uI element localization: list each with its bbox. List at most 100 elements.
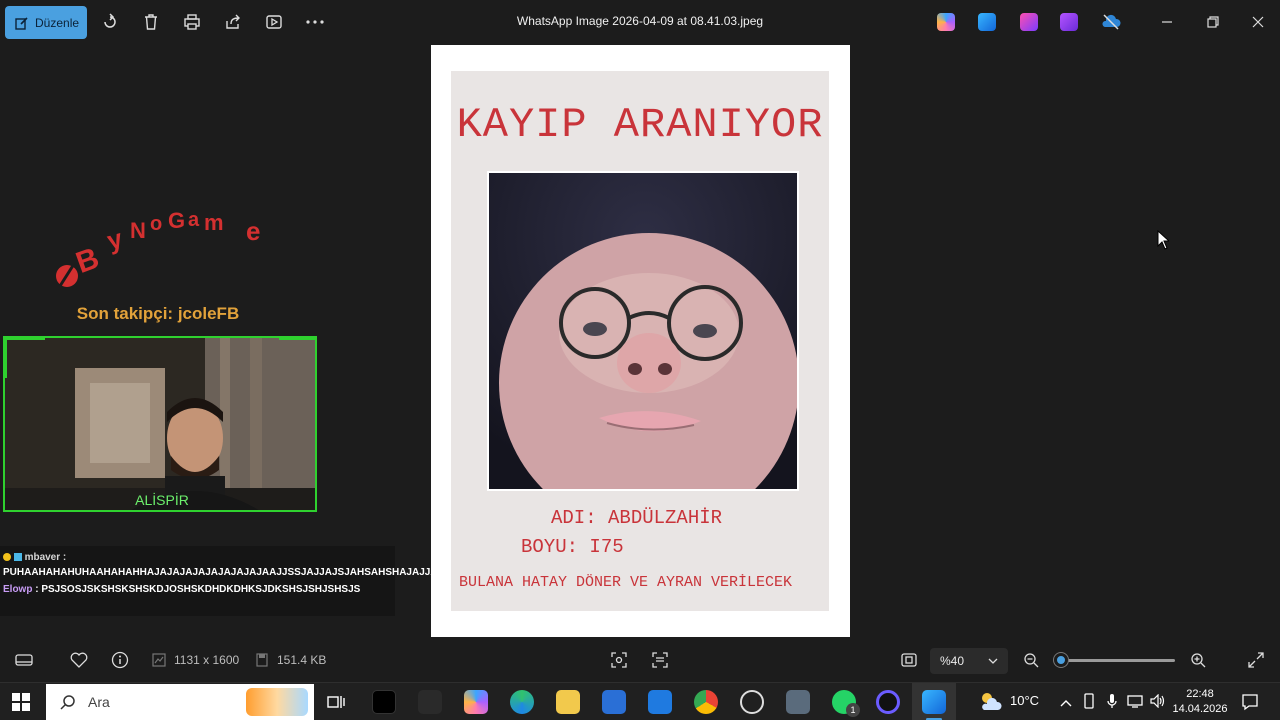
top-toolbar: Düzenle WhatsApp Image 2026-04-09 at 08.… xyxy=(0,0,1280,44)
calculator-icon[interactable] xyxy=(786,690,810,714)
status-bar: 1131 x 1600 151.4 KB %40 xyxy=(0,640,1280,680)
file-explorer-icon[interactable] xyxy=(556,690,580,714)
tiktok-icon[interactable] xyxy=(372,690,396,714)
clock-app-icon[interactable] xyxy=(740,690,764,714)
epic-games-icon[interactable] xyxy=(418,690,442,714)
poster-photo xyxy=(487,171,799,491)
windows-start-icon[interactable] xyxy=(12,693,30,716)
subscriber-badge-icon xyxy=(3,553,11,562)
edit-label: Düzenle xyxy=(35,15,80,30)
onedrive-offline-icon[interactable] xyxy=(1101,13,1121,31)
chevron-down-icon xyxy=(988,658,998,664)
delete-icon[interactable] xyxy=(141,12,161,32)
svg-text:m: m xyxy=(204,210,224,235)
clock-time: 22:48 xyxy=(1186,688,1214,700)
clipchamp-icon[interactable] xyxy=(1060,13,1078,31)
image-canvas[interactable]: KAYIP ARANIYOR ADI: ABDÜLZAHİR BOYU: I75… xyxy=(431,45,850,637)
poster-reward: BULANA HATAY DÖNER VE AYRAN VERİLECEK xyxy=(459,574,793,591)
ocr-text-icon[interactable] xyxy=(651,651,669,669)
chat-badge-icon xyxy=(13,553,22,562)
zoom-slider-thumb[interactable] xyxy=(1054,653,1068,667)
slideshow-icon[interactable] xyxy=(264,12,284,32)
chat-text: PUHAAHAHAHUHAAHAHAHHAJAJAJAJAJAJAJAJAJAA… xyxy=(3,567,473,578)
network-icon[interactable] xyxy=(1127,694,1143,711)
device-icon[interactable] xyxy=(1083,693,1095,712)
search-icon xyxy=(60,695,75,710)
missing-poster: KAYIP ARANIYOR ADI: ABDÜLZAHİR BOYU: I75… xyxy=(451,71,829,611)
notification-icon[interactable] xyxy=(1241,693,1259,716)
fullscreen-icon[interactable] xyxy=(1247,651,1265,669)
zoom-slider[interactable] xyxy=(1055,659,1175,662)
photos-active-tab[interactable] xyxy=(912,683,956,720)
print-icon[interactable] xyxy=(182,12,202,32)
poster-title: KAYIP ARANIYOR xyxy=(456,101,824,149)
webcam-frame: ALİSPİR xyxy=(3,336,317,512)
chat-separator: : xyxy=(32,584,39,595)
poster-height: BOYU: I75 xyxy=(521,536,624,558)
poster-name: ADI: ABDÜLZAHİR xyxy=(551,507,723,529)
info-icon[interactable] xyxy=(111,651,129,669)
weather-temp[interactable]: 10°C xyxy=(1010,693,1039,708)
rotate-icon[interactable] xyxy=(100,12,120,32)
taskbar: Ara 1 10°C 22:48 14.04.2026 xyxy=(0,682,1280,720)
zoom-dropdown[interactable]: %40 xyxy=(930,648,1008,674)
filesize-icon xyxy=(253,651,271,669)
taskbar-search[interactable]: Ara xyxy=(46,684,314,720)
crop-focus-icon[interactable] xyxy=(610,651,628,669)
copilot-taskbar-icon[interactable] xyxy=(464,690,488,714)
svg-text:N: N xyxy=(130,218,146,243)
designer-icon[interactable] xyxy=(978,13,996,31)
volume-icon[interactable] xyxy=(1150,693,1166,711)
zoom-out-icon[interactable] xyxy=(1022,651,1040,669)
minimize-button[interactable] xyxy=(1157,12,1177,32)
chat-username: Elowp xyxy=(3,584,33,595)
task-view-icon[interactable] xyxy=(327,693,345,716)
svg-text:a: a xyxy=(188,209,200,231)
search-placeholder: Ara xyxy=(88,694,110,710)
share-icon[interactable] xyxy=(223,12,243,32)
whatsapp-badge: 1 xyxy=(846,703,860,717)
store-icon[interactable] xyxy=(602,690,626,714)
search-highlight-icon xyxy=(246,688,308,716)
outlook-icon[interactable] xyxy=(648,690,672,714)
edit-icon xyxy=(15,16,28,30)
zoom-in-icon[interactable] xyxy=(1189,651,1207,669)
chrome-icon[interactable] xyxy=(694,690,718,714)
edge-icon[interactable] xyxy=(510,690,534,714)
mouse-cursor-icon xyxy=(1157,229,1171,255)
window-title: WhatsApp Image 2026-04-09 at 08.41.03.jp… xyxy=(516,14,764,28)
edit-button[interactable]: Düzenle xyxy=(5,6,87,39)
streamer-image xyxy=(5,338,315,510)
clock-date: 14.04.2026 xyxy=(1172,703,1228,715)
chevron-up-icon[interactable] xyxy=(1060,695,1072,710)
photos-app-window: Düzenle WhatsApp Image 2026-04-09 at 08.… xyxy=(0,0,1280,720)
svg-text:e: e xyxy=(246,216,260,246)
channel-logo: B y N o G a m e xyxy=(50,200,280,300)
restore-button[interactable] xyxy=(1203,12,1223,32)
assistant-icon[interactable] xyxy=(876,690,900,714)
chat-box: mbaver : PUHAAHAHAHUHAAHAHAHHAJAJAJAJAJA… xyxy=(0,546,473,616)
photos-icon xyxy=(922,690,946,714)
more-icon[interactable] xyxy=(305,12,325,32)
dimensions-icon xyxy=(150,651,168,669)
close-button[interactable] xyxy=(1248,12,1268,32)
chat-message: Elowp : PSJSOSJSKSHSKSHSKDJOSHSKDHDKDHKS… xyxy=(3,582,392,597)
taskbar-clock[interactable]: 22:48 14.04.2026 xyxy=(1168,687,1232,717)
chat-separator: : xyxy=(60,552,67,563)
microphone-icon[interactable] xyxy=(1106,693,1118,712)
copilot-icon[interactable] xyxy=(937,13,955,31)
svg-text:y: y xyxy=(104,223,126,256)
filmstrip-icon[interactable] xyxy=(15,651,33,669)
favorite-icon[interactable] xyxy=(70,651,88,669)
streamer-name: ALİSPİR xyxy=(135,492,189,508)
chat-username: mbaver xyxy=(24,552,61,563)
zoom-value: %40 xyxy=(940,654,965,668)
image-dimensions: 1131 x 1600 xyxy=(174,653,240,667)
create-icon[interactable] xyxy=(1020,13,1038,31)
last-follower-label: Son takipçi: jcoleFB xyxy=(76,304,240,323)
svg-text:o: o xyxy=(150,213,162,235)
weather-icon[interactable] xyxy=(978,690,1004,717)
svg-text:G: G xyxy=(168,208,185,233)
chat-text: PSJSOSJSKSHSKSHSKDJOSHSKDHDKDHKSJDKSHSJS… xyxy=(41,584,361,595)
fit-to-window-icon[interactable] xyxy=(900,651,918,669)
